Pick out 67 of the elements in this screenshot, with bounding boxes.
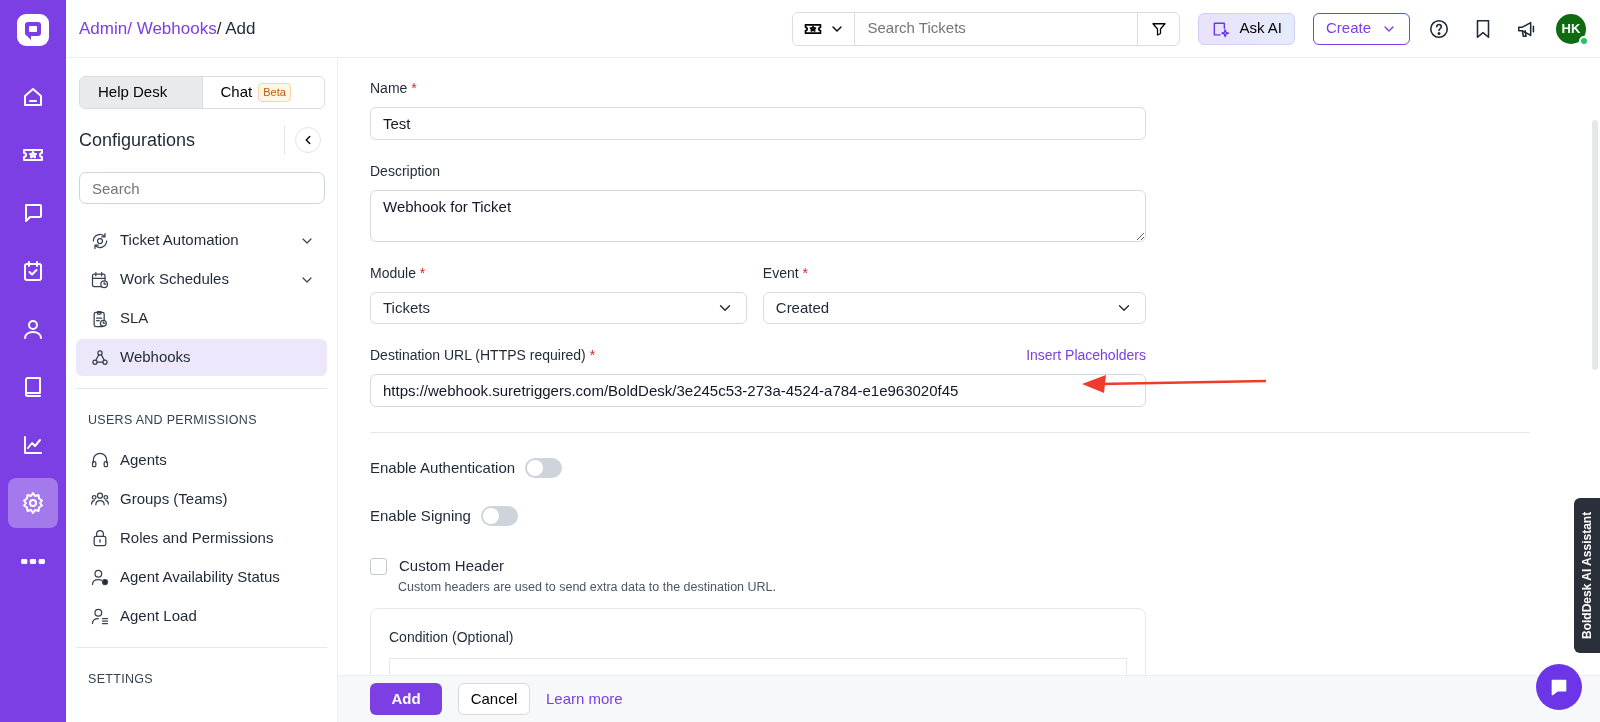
required-mark: * [419,265,426,281]
hint-text: Custom headers are used to send extra data to the destination URL. [398,578,777,596]
field-label: Destination URL (HTTPS required) [370,347,586,363]
section-heading: SETTINGS [87,670,154,688]
app-logo[interactable] [15,12,51,48]
learn-more-link[interactable]: Learn more [546,687,623,711]
module-select[interactable]: Tickets [370,292,747,324]
webhook-icon [90,347,110,368]
line-chart-icon [21,433,45,457]
sidebar-item[interactable]: SLA [76,300,327,337]
breadcrumb-link[interactable]: Webhooks [136,18,217,38]
sidebar-item[interactable]: Agent Load [76,597,327,635]
sidebar-item[interactable]: Roles and Permissions [76,519,327,557]
filter-icon [1149,20,1168,39]
product-tab[interactable]: Help Desk [80,77,203,108]
filter-button[interactable] [1137,12,1180,45]
checkbox-label: Custom Header [399,556,505,576]
description-field[interactable]: Webhook for Ticket [370,190,1146,242]
toggle-label: Enable Authentication [370,458,516,478]
user-avatar[interactable]: HK [1556,13,1586,44]
calendar-check-icon [21,259,45,283]
checkbox[interactable] [370,557,387,575]
destination-url-field[interactable]: https://webhook.suretriggers.com/BoldDesk/3e245c53-273a-4524-a784-e1e963020f45 [370,374,1146,407]
more-icon [21,558,45,564]
card-title: Condition (Optional) [389,628,515,648]
refresh-gear-icon [90,230,110,251]
sidebar-item[interactable]: Agents [76,441,327,479]
search-bar[interactable]: Search Tickets [792,11,1181,46]
field-label: Module [370,265,416,281]
event-select[interactable]: Created [762,292,1146,324]
ai-assistant-tab[interactable]: BoldDesk AI Assistant [1574,498,1600,653]
chat-launcher-button[interactable] [1536,664,1582,710]
sidebar-item[interactable]: Groups (Teams) [76,480,327,518]
user-icon [21,317,45,341]
name-field[interactable]: Test [370,107,1146,140]
cancel-button[interactable]: Cancel [458,683,530,715]
required-mark: * [589,347,596,363]
sidebar-title: Configurations [79,128,196,152]
add-button[interactable]: Add [370,683,442,715]
user-list-icon [90,606,110,627]
toggle-switch[interactable] [525,458,563,479]
field-label: Event [762,265,799,281]
sidebar-search-field[interactable]: Search [79,172,325,204]
rail-button[interactable] [8,478,58,528]
create-button[interactable]: Create [1312,12,1410,45]
sidebar-item[interactable]: Agent Availability Status [76,558,327,596]
sidebar-item[interactable]: Webhooks [76,339,327,376]
settings-icon [21,491,45,515]
breadcrumb-link[interactable]: Admin/ [79,18,132,38]
ask-ai-button[interactable]: Ask AI [1198,12,1295,45]
toggle-label: Enable Signing [370,505,471,526]
ticket-type-dropdown[interactable] [793,12,856,45]
home-icon [21,85,45,109]
field-label: Name [370,80,408,96]
breadcrumb-current: / Add [216,18,256,38]
required-mark: * [411,80,417,96]
section-heading: USERS AND PERMISSIONS [87,412,258,429]
help-icon [1428,17,1450,40]
toggle-switch[interactable] [480,505,518,526]
calendar-clock-icon [90,269,110,290]
beta-tag: Beta [258,83,291,102]
sidebar-item[interactable]: Work Schedules [76,261,327,298]
insert-placeholders-link[interactable]: Insert Placeholders [1026,345,1146,374]
sidebar-item[interactable]: Ticket Automation [76,222,327,259]
required-mark: * [802,265,808,281]
field-label: Description [370,163,441,179]
user-status-icon [90,567,110,588]
